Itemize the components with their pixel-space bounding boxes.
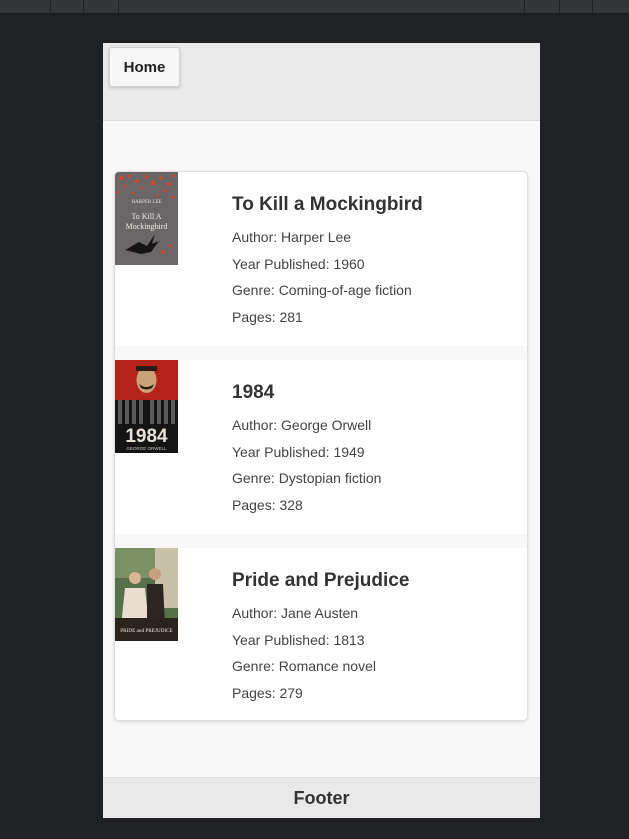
book-card-mockingbird[interactable]: HARPER LEE To Kill A Mockingbird To Kill… <box>115 172 527 346</box>
browser-tab-segment[interactable] <box>592 0 629 14</box>
cover-title-text: Mockingbird <box>126 222 168 231</box>
book-card-1984[interactable]: 1984 GEORGE ORWELL 1984 Author: George O… <box>115 360 527 534</box>
book-cover-mockingbird: HARPER LEE To Kill A Mockingbird <box>115 172 178 265</box>
book-cover-1984: 1984 GEORGE ORWELL <box>115 360 178 453</box>
browser-top-strip <box>0 0 629 14</box>
header-bar: Home <box>103 43 540 121</box>
footer-bar: Footer <box>103 777 540 818</box>
home-button[interactable]: Home <box>109 47 180 87</box>
book-year: Year Published: 1960 <box>232 256 365 272</box>
app-viewport: Home HARPER LEE To Kill A Mockingbird To… <box>103 43 540 818</box>
book-author: Author: Jane Austen <box>232 605 359 621</box>
book-year: Year Published: 1813 <box>232 632 365 648</box>
cover-title-text: PRIDE and PREJUDICE <box>120 628 172 634</box>
book-genre: Genre: Coming-of-age fiction <box>232 282 412 298</box>
browser-tab-segment[interactable] <box>83 0 118 14</box>
book-title: 1984 <box>232 382 275 403</box>
book-author: Author: Harper Lee <box>232 229 352 245</box>
book-list: HARPER LEE To Kill A Mockingbird To Kill… <box>114 171 528 721</box>
cover-author-text: HARPER LEE <box>131 200 161 205</box>
book-pages: Pages: 328 <box>232 497 303 513</box>
book-title: To Kill a Mockingbird <box>232 194 423 215</box>
book-year: Year Published: 1949 <box>232 444 365 460</box>
book-cover-pride-prejudice: PRIDE and PREJUDICE <box>115 548 178 641</box>
book-pages: Pages: 279 <box>232 685 303 701</box>
book-card-pride-prejudice[interactable]: PRIDE and PREJUDICE Pride and Prejudice … <box>115 548 527 720</box>
book-genre: Genre: Romance novel <box>232 658 376 674</box>
cover-title-text: To Kill A <box>131 212 161 221</box>
browser-tab-segment[interactable] <box>559 0 592 14</box>
cover-title-text: 1984 <box>125 426 168 447</box>
book-genre: Genre: Dystopian fiction <box>232 470 382 486</box>
browser-tab-segment[interactable] <box>50 0 83 14</box>
cover-author-text: GEORGE ORWELL <box>127 446 167 451</box>
footer-label: Footer <box>293 787 350 808</box>
book-title: Pride and Prejudice <box>232 570 410 591</box>
browser-tab-segment[interactable] <box>524 0 559 14</box>
book-pages: Pages: 281 <box>232 309 303 325</box>
browser-tab-divider <box>118 0 119 14</box>
book-author: Author: George Orwell <box>232 417 372 433</box>
